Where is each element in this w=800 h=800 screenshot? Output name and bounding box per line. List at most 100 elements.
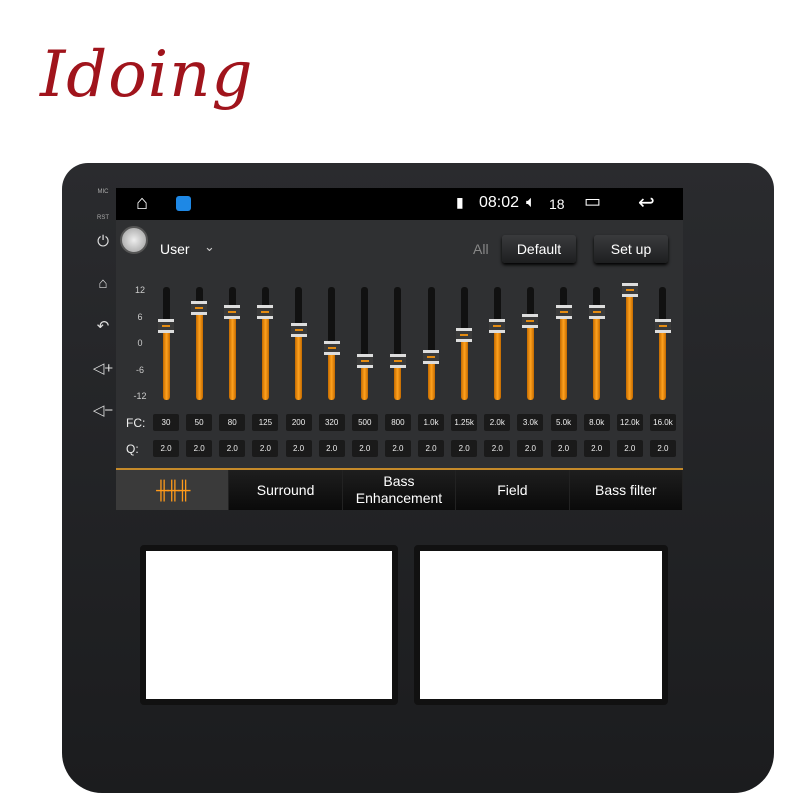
slider-handle[interactable] (290, 323, 307, 338)
volume-icon[interactable]: 🔈︎ (526, 194, 536, 212)
q-value[interactable]: 2.0 (451, 440, 478, 457)
back-icon[interactable]: ↶ (88, 317, 118, 335)
q-value[interactable]: 2.0 (484, 440, 511, 457)
q-value[interactable]: 2.0 (351, 440, 378, 457)
tab-equalizer[interactable]: ╫╫╫ (116, 470, 230, 510)
slider-handle[interactable] (555, 305, 572, 320)
axis-label: 6 (137, 311, 143, 322)
slider-handle[interactable] (522, 314, 539, 329)
recent-apps-icon[interactable]: ▭ (584, 191, 601, 212)
fc-value[interactable]: 16.0k (649, 414, 676, 431)
slider-handle[interactable] (489, 318, 506, 333)
fc-value[interactable]: 1.25k (451, 414, 478, 431)
q-value[interactable]: 2.0 (384, 440, 411, 457)
fc-value[interactable]: 500 (351, 414, 378, 431)
fc-value[interactable]: 2.0k (484, 414, 511, 431)
back-icon[interactable]: ↩ (638, 190, 655, 215)
hardware-buttons: MIC RST ⏻ ⌂ ↶ ◁+ ◁− (88, 185, 118, 435)
tab-surround[interactable]: Surround (229, 470, 343, 510)
status-bar: ⌂ ▮ 08:02 🔈︎ 18 ▭ ↩ (116, 188, 683, 220)
sim-unknown-icon: ▮ (456, 194, 464, 210)
fc-value[interactable]: 320 (318, 414, 345, 431)
home-icon[interactable]: ⌂ (88, 275, 118, 292)
fc-value[interactable]: 12.0k (616, 414, 643, 431)
tab-field[interactable]: Field (456, 470, 570, 510)
all-button[interactable]: All (473, 241, 489, 257)
q-value[interactable]: 2.0 (285, 440, 312, 457)
slider-fill (659, 325, 667, 400)
slider-fill (261, 312, 269, 400)
tab-label: Bass filter (595, 481, 657, 498)
slider-handle[interactable] (389, 354, 406, 369)
tab-label: Surround (256, 481, 315, 498)
slider-fill (460, 334, 468, 400)
chevron-down-icon[interactable]: ⌄ (204, 239, 215, 255)
slider-handle[interactable] (257, 305, 274, 320)
slider-handle[interactable] (356, 354, 373, 369)
tab-bass-filter[interactable]: Bass filter (569, 470, 683, 510)
brand-logo: Idoing (40, 38, 254, 112)
home-icon[interactable]: ⌂ (136, 192, 148, 215)
slider-handle[interactable] (423, 349, 440, 364)
q-value[interactable]: 2.0 (252, 440, 279, 457)
tab-label: Field (497, 481, 528, 498)
tab-bass-enhancement[interactable]: Bass Enhancement (342, 470, 457, 510)
slider-handle[interactable] (158, 318, 174, 333)
setup-button[interactable]: Set up (594, 235, 668, 263)
fc-value[interactable]: 800 (384, 414, 411, 431)
q-value[interactable]: 2.0 (550, 440, 577, 457)
fc-value[interactable]: 80 (219, 414, 246, 431)
q-value[interactable]: 2.0 (219, 440, 246, 457)
q-value[interactable]: 2.0 (153, 440, 179, 457)
slider-fill (626, 290, 634, 400)
slider-handle[interactable] (323, 340, 340, 355)
reset-button[interactable]: RST (88, 215, 118, 221)
fc-value[interactable]: 8.0k (583, 414, 610, 431)
axis-label: -6 (135, 364, 144, 375)
menu-knob-button[interactable] (120, 226, 148, 254)
volume-level: 18 (549, 196, 565, 212)
slider-fill (526, 321, 534, 400)
q-value[interactable]: 2.0 (517, 440, 544, 457)
eq-toolbar: User ⌄ All Default Set up (116, 220, 683, 266)
fc-value[interactable]: 5.0k (550, 414, 577, 431)
equalizer-icon: ╫╫╫ (156, 479, 190, 500)
slider-handle[interactable] (191, 300, 208, 315)
fc-value[interactable]: 3.0k (517, 414, 544, 431)
q-value[interactable]: 2.0 (186, 440, 213, 457)
fc-value[interactable]: 50 (186, 414, 213, 431)
q-value[interactable]: 2.0 (616, 440, 643, 457)
fc-label: FC: (126, 416, 146, 430)
power-icon[interactable]: ⏻ (88, 233, 118, 250)
q-value[interactable]: 2.0 (649, 440, 676, 457)
q-label: Q: (126, 442, 139, 456)
q-value[interactable]: 2.0 (418, 440, 445, 457)
slider-handle[interactable] (654, 318, 671, 333)
slider-handle[interactable] (456, 327, 473, 342)
preset-select[interactable]: User (160, 241, 190, 257)
app-icon[interactable] (176, 196, 191, 211)
volume-down-icon[interactable]: ◁− (88, 401, 118, 419)
slider-fill (493, 325, 501, 400)
slider-fill (295, 330, 303, 400)
fc-value[interactable]: 125 (252, 414, 279, 431)
slider-handle[interactable] (224, 305, 241, 320)
slider-fill (228, 312, 236, 400)
slider-handle[interactable] (621, 283, 638, 297)
volume-up-icon[interactable]: ◁+ (88, 359, 118, 377)
fc-value[interactable]: 200 (285, 414, 312, 431)
slider-fill (560, 312, 568, 400)
q-value[interactable]: 2.0 (318, 440, 345, 457)
eq-screen: ⌂ ▮ 08:02 🔈︎ 18 ▭ ↩ User ⌄ All Default S… (116, 188, 683, 510)
q-value[interactable]: 2.0 (583, 440, 610, 457)
default-button[interactable]: Default (502, 235, 576, 263)
fc-value[interactable]: 30 (153, 414, 179, 431)
vent-left (140, 545, 398, 705)
slider-fill (162, 325, 170, 400)
clock: 08:02 (479, 194, 520, 211)
slider-handle[interactable] (588, 305, 605, 320)
axis-label: 12 (134, 285, 145, 295)
tab-label: Bass Enhancement (355, 473, 443, 506)
slider-fill (593, 312, 601, 400)
fc-value[interactable]: 1.0k (418, 414, 445, 431)
